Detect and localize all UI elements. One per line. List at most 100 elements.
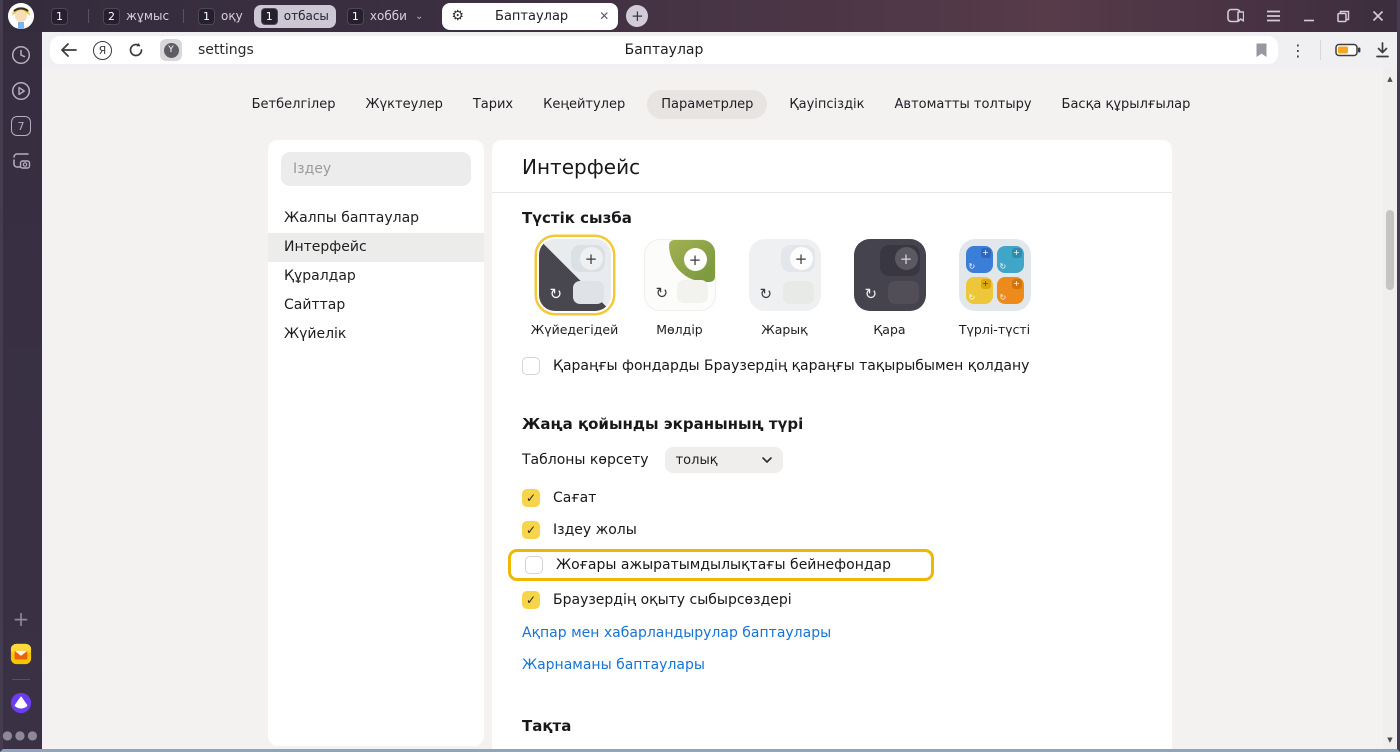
- theme-thumbnail-transparent[interactable]: + ↻: [644, 239, 716, 311]
- theme-option-dark[interactable]: + ↻ Қара: [837, 239, 942, 337]
- scroll-up-icon[interactable]: ▲: [1383, 72, 1397, 86]
- bookmark-icon[interactable]: [1255, 42, 1268, 58]
- site-favicon[interactable]: Y: [160, 39, 182, 61]
- theme-thumbnail-colorful[interactable]: +↻ +↻ +↻ +↻: [959, 239, 1031, 311]
- browser-hints-option[interactable]: Браузердің оқыту сыбырсөздері: [522, 591, 1142, 609]
- battery-icon[interactable]: [1335, 43, 1361, 57]
- restore-icon[interactable]: [1337, 10, 1350, 23]
- plus-icon: +: [1012, 279, 1022, 289]
- mini-tile-cyan: +↻: [997, 246, 1024, 273]
- tab-group-work[interactable]: 2 жұмыс: [96, 5, 176, 28]
- back-icon[interactable]: [60, 43, 77, 57]
- theme-option-system[interactable]: + ↻ Жүйедегідей: [522, 239, 627, 337]
- scrollbar-thumb[interactable]: [1386, 210, 1394, 290]
- nav-tab-downloads[interactable]: Жүктеулер: [357, 90, 450, 119]
- history-icon[interactable]: [10, 44, 32, 66]
- minimize-icon[interactable]: [1303, 10, 1315, 22]
- clock-option[interactable]: Сағат: [522, 489, 1142, 507]
- active-tab-settings[interactable]: ⚙ Баптаулар ✕: [442, 3, 618, 30]
- menu-icon[interactable]: [1266, 10, 1281, 22]
- theme-thumbnail-light[interactable]: + ↻: [749, 239, 821, 311]
- page-scrollbar[interactable]: ▲ ▼: [1383, 68, 1397, 749]
- settings-sidebar-card: Жалпы баптаулар Интерфейс Құралдар Сайтт…: [268, 140, 484, 746]
- mini-tile-blue: +↻: [966, 246, 993, 273]
- refresh-icon: ↻: [760, 287, 773, 302]
- tab-close-icon[interactable]: ✕: [599, 9, 609, 23]
- ads-settings-link[interactable]: Жарнаманы баптаулары: [522, 657, 1142, 673]
- plus-icon: +: [1012, 248, 1022, 258]
- rail-add-icon[interactable]: +: [13, 609, 30, 629]
- more-options-icon[interactable]: ⋮: [1290, 41, 1306, 60]
- tabs-count-icon[interactable]: 7: [11, 116, 31, 136]
- toolbar-divider: [1320, 40, 1321, 60]
- tab-group-badge: 1: [198, 8, 215, 25]
- option-label: Іздеу жолы: [553, 522, 637, 538]
- close-icon[interactable]: [1372, 10, 1384, 22]
- tab-group-badge: 1: [51, 8, 68, 25]
- sidebar-item-tools[interactable]: Құралдар: [268, 262, 484, 291]
- nav-tab-settings[interactable]: Параметрлер: [647, 90, 767, 119]
- refresh-icon: ↻: [656, 286, 669, 301]
- theme-thumbnail-system[interactable]: + ↻: [539, 239, 611, 311]
- sidebar-item-general[interactable]: Жалпы баптаулар: [268, 204, 484, 233]
- refresh-icon: ↻: [1000, 263, 1007, 271]
- chevron-down-icon: [762, 457, 772, 463]
- checkbox-checked-icon[interactable]: [522, 489, 540, 507]
- dark-background-option[interactable]: Қараңғы фондарды Браузердің қараңғы тақы…: [522, 357, 1142, 375]
- nav-tab-bookmarks[interactable]: Бетбелгілер: [244, 90, 344, 119]
- nav-tab-autofill[interactable]: Автоматты толтыру: [887, 90, 1040, 119]
- nav-tab-extensions[interactable]: Кеңейтулер: [535, 90, 633, 119]
- video-backgrounds-option[interactable]: Жоғары ажыратымдылықтағы бейнефондар: [525, 556, 891, 574]
- option-label: Жоғары ажыратымдылықтағы бейнефондар: [556, 557, 891, 573]
- new-tab-button[interactable]: +: [626, 5, 648, 27]
- screenshot-icon[interactable]: [10, 150, 32, 172]
- theme-option-colorful[interactable]: +↻ +↻ +↻ +↻ Түрлі-түсті: [942, 239, 1047, 337]
- checkbox-checked-icon[interactable]: [522, 591, 540, 609]
- settings-nav: Бетбелгілер Жүктеулер Тарих Кеңейтулер П…: [42, 68, 1400, 119]
- theme-thumbnail-dark[interactable]: + ↻: [854, 239, 926, 311]
- tab-group-study[interactable]: 1 оқу: [191, 5, 250, 28]
- nav-tab-history[interactable]: Тарих: [465, 90, 521, 119]
- avatar-girl-icon: [8, 3, 34, 29]
- tableau-dropdown[interactable]: толық: [665, 447, 783, 473]
- gear-icon: ⚙: [451, 9, 464, 23]
- url-text[interactable]: settings: [198, 42, 254, 58]
- theme-option-transparent[interactable]: + ↻ Мөлдір: [627, 239, 732, 337]
- checkbox-unchecked-icon[interactable]: [522, 357, 540, 375]
- nav-tab-security[interactable]: Қауіпсіздік: [781, 90, 872, 119]
- tab-group-separator: [183, 9, 184, 23]
- sidebar-item-interface[interactable]: Интерфейс: [268, 233, 484, 262]
- scroll-down-icon[interactable]: ▼: [1383, 733, 1397, 747]
- tab-group-label: хобби: [370, 9, 407, 23]
- theme-label: Қара: [873, 322, 905, 337]
- media-play-icon[interactable]: [10, 80, 32, 102]
- tab-group-1[interactable]: 1: [44, 5, 81, 28]
- option-label: Сағат: [553, 490, 596, 506]
- search-bar-option[interactable]: Іздеу жолы: [522, 521, 1142, 539]
- search-input[interactable]: [281, 152, 471, 186]
- sidebar-item-sites[interactable]: Сайттар: [268, 291, 484, 320]
- highlighted-video-backgrounds-option[interactable]: Жоғары ажыратымдылықтағы бейнефондар: [508, 549, 934, 581]
- checkbox-checked-icon[interactable]: [522, 521, 540, 539]
- theme-option-light[interactable]: + ↻ Жарық: [732, 239, 837, 337]
- checkbox-unchecked-icon[interactable]: [525, 556, 543, 574]
- dropdown-value: толық: [676, 453, 718, 468]
- reload-icon[interactable]: [128, 42, 144, 58]
- rail-more-icon[interactable]: ●●●: [2, 728, 39, 742]
- new-tab-heading: Жаңа қойынды экранының түрі: [522, 415, 1142, 433]
- address-bar[interactable]: Я Y settings Баптаулар: [50, 36, 1278, 64]
- settings-sections-list: Жалпы баптаулар Интерфейс Құралдар Сайтт…: [268, 204, 484, 349]
- alice-assistant-icon[interactable]: [10, 692, 32, 714]
- nav-tab-other-devices[interactable]: Басқа құрылғылар: [1054, 90, 1199, 119]
- profile-avatar[interactable]: [8, 3, 34, 29]
- yandex-mail-icon[interactable]: [10, 643, 32, 665]
- tab-groups: 1 2 жұмыс 1 оқу 1 отбасы 1 хобби ⌄: [44, 5, 430, 28]
- side-panels-icon[interactable]: [1227, 8, 1244, 24]
- downloads-icon[interactable]: [1375, 42, 1390, 58]
- yandex-home-icon[interactable]: Я: [93, 41, 112, 60]
- tab-group-family-active[interactable]: 1 отбасы: [254, 5, 336, 28]
- news-notifications-settings-link[interactable]: Ақпар мен хабарландырулар баптаулары: [522, 625, 1142, 641]
- tab-group-hobby[interactable]: 1 хобби ⌄: [340, 5, 430, 28]
- tab-group-label: отбасы: [284, 9, 329, 23]
- sidebar-item-system[interactable]: Жүйелік: [268, 320, 484, 349]
